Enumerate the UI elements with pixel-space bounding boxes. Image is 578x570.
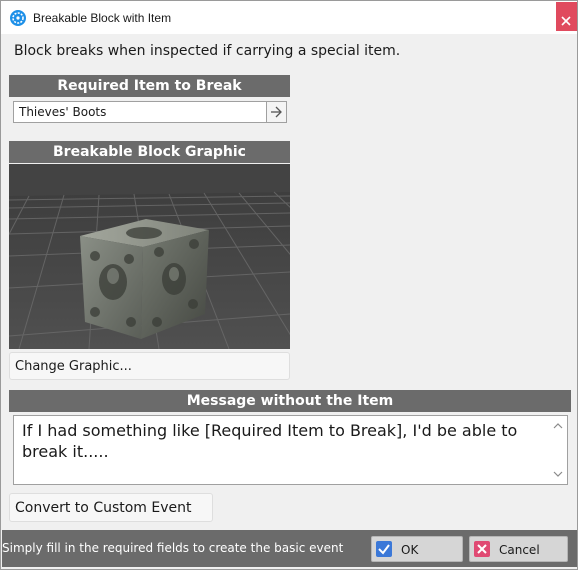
- title-bar: Breakable Block with Item: [1, 1, 577, 34]
- close-button[interactable]: [556, 2, 577, 31]
- cancel-label: Cancel: [499, 543, 540, 557]
- required-item-header: Required Item to Break: [9, 75, 290, 97]
- footer-hint: Simply fill in the required fields to cr…: [2, 541, 344, 555]
- cancel-button[interactable]: Cancel: [469, 536, 568, 562]
- convert-label: Convert to Custom Event: [15, 500, 192, 516]
- arrow-right-icon: [271, 106, 282, 118]
- close-icon: [561, 16, 571, 26]
- message-textarea[interactable]: If I had something like [Required Item t…: [13, 415, 568, 485]
- graphic-header: Breakable Block Graphic: [9, 141, 290, 163]
- message-header: Message without the Item: [9, 390, 571, 412]
- window-title: Breakable Block with Item: [33, 11, 172, 25]
- dialog-window: Breakable Block with Item Block breaks w…: [0, 0, 578, 570]
- change-graphic-button[interactable]: Change Graphic...: [9, 352, 290, 380]
- change-graphic-label: Change Graphic...: [15, 359, 132, 374]
- required-item-field[interactable]: Thieves' Boots: [13, 101, 287, 123]
- scroll-up-icon[interactable]: [553, 422, 563, 430]
- ok-label: OK: [401, 543, 419, 557]
- scroll-down-icon[interactable]: [553, 470, 563, 478]
- ok-button[interactable]: OK: [371, 536, 463, 562]
- app-gear-icon: [10, 10, 26, 26]
- required-item-value: Thieves' Boots: [19, 105, 107, 119]
- select-item-button[interactable]: [266, 102, 286, 122]
- block-graphic-preview[interactable]: [9, 164, 290, 349]
- cross-icon: [474, 541, 490, 557]
- message-text: If I had something like [Required Item t…: [22, 421, 518, 461]
- convert-custom-event-button[interactable]: Convert to Custom Event: [9, 493, 213, 522]
- description-text: Block breaks when inspected if carrying …: [14, 43, 401, 59]
- checkmark-icon: [376, 541, 392, 557]
